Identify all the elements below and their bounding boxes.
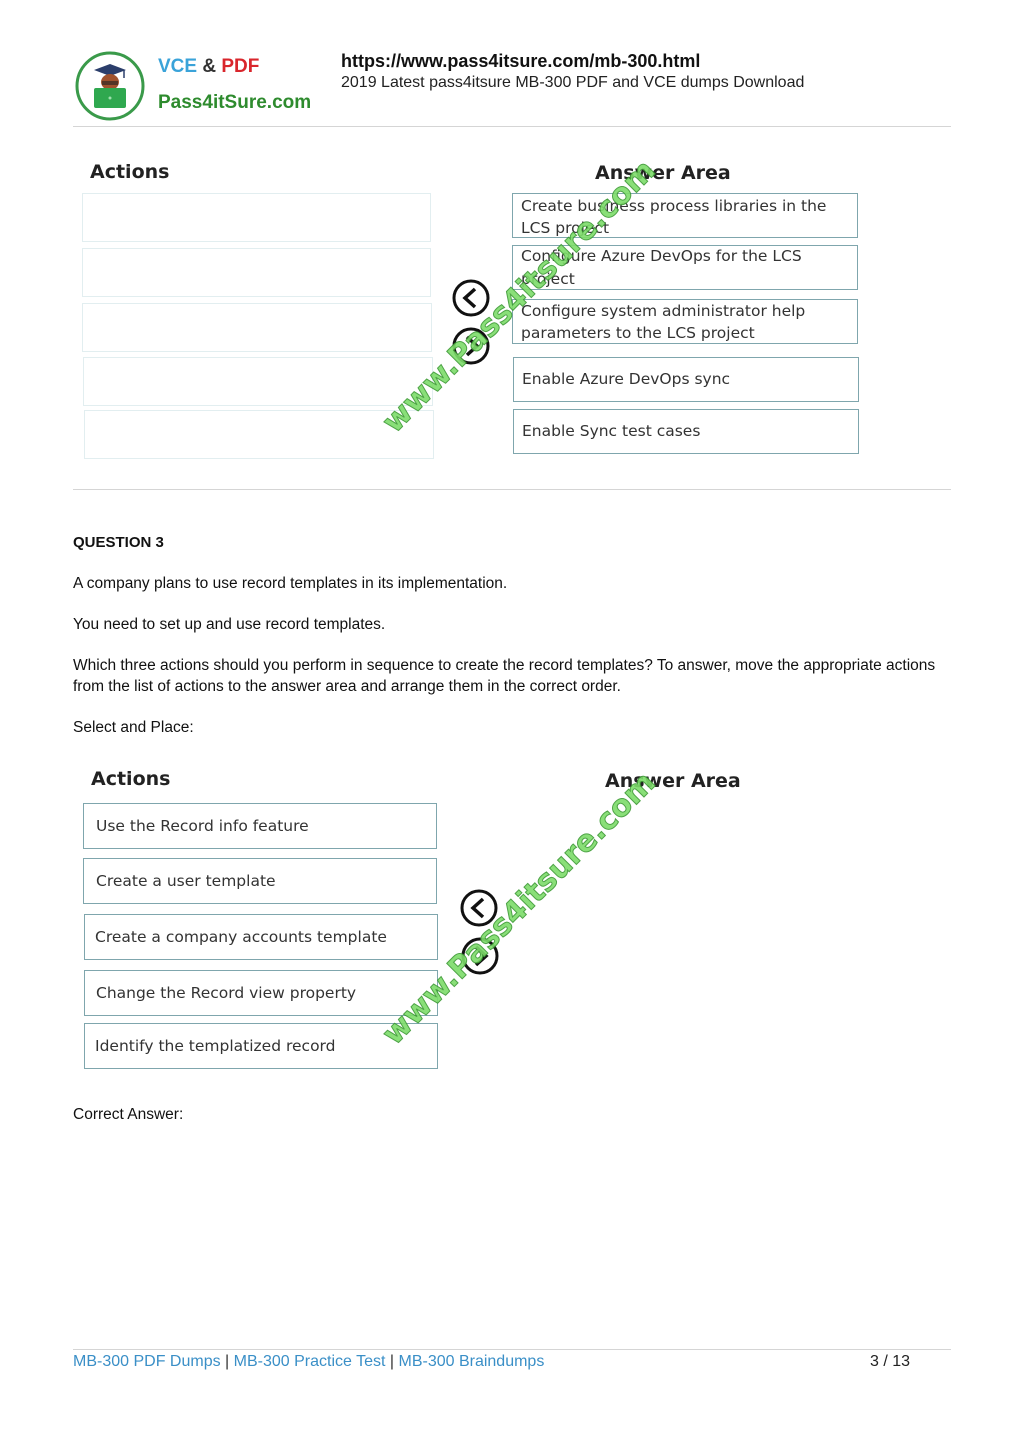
figure1-action-slot[interactable] (82, 193, 431, 242)
brand-pass4itsure: Pass4itSure.com (158, 92, 312, 113)
footer-separator: | (225, 1353, 230, 1370)
figure2-action-item[interactable]: Identify the templatized record (84, 1023, 438, 1069)
question-text-1: A company plans to use record templates … (73, 575, 508, 592)
brand-vce: VCE (158, 56, 198, 77)
figure1-action-slot[interactable] (82, 248, 431, 297)
question-title: QUESTION 3 (73, 534, 164, 551)
footer-links: MB-300 PDF Dumps | MB-300 Practice Test … (73, 1353, 544, 1371)
footer-divider (73, 1349, 951, 1350)
figure1-answer-item[interactable]: Create business process libraries in the… (512, 193, 858, 238)
header-divider (73, 126, 951, 127)
move-left-arrow-icon[interactable] (460, 889, 498, 927)
select-and-place-label: Select and Place: (73, 719, 194, 736)
figure2-action-item[interactable]: Create a user template (83, 858, 437, 904)
figure2-action-item[interactable]: Change the Record view property (84, 970, 438, 1016)
student-laptop-logo-icon (75, 51, 145, 121)
figure1-answer-item[interactable]: Enable Azure DevOps sync (513, 357, 859, 402)
move-left-arrow-icon[interactable] (452, 279, 490, 317)
figure2-action-item[interactable]: Create a company accounts template (84, 914, 438, 960)
move-right-arrow-icon[interactable] (452, 327, 490, 365)
page-number: 3 / 13 (870, 1353, 911, 1370)
figure1-answer-item[interactable]: Configure Azure DevOps for the LCS proje… (512, 245, 858, 290)
figure1-answer-item[interactable]: Configure system administrator help para… (512, 299, 858, 344)
figure2-actions-title: Actions (91, 768, 171, 790)
question-text-2: You need to set up and use record templa… (73, 616, 386, 633)
brand-vce-pdf: VCE & PDF (158, 56, 259, 78)
section-divider (73, 489, 951, 490)
move-right-arrow-icon[interactable] (461, 937, 499, 975)
figure1-answer-title: Answer Area (595, 162, 731, 184)
footer-link-pdf-dumps[interactable]: MB-300 PDF Dumps (73, 1353, 221, 1370)
figure1-action-slot[interactable] (84, 410, 434, 459)
correct-answer-label: Correct Answer: (73, 1106, 184, 1123)
figure1-actions-title: Actions (90, 161, 170, 183)
figure2-answer-title: Answer Area (605, 770, 741, 792)
footer-separator: | (389, 1353, 395, 1370)
figure1-answer-item[interactable]: Enable Sync test cases (513, 409, 859, 454)
brand-pdf: PDF (221, 56, 260, 77)
footer-link-practice-test[interactable]: MB-300 Practice Test (234, 1353, 386, 1370)
header-subtitle: 2019 Latest pass4itsure MB-300 PDF and V… (341, 74, 805, 91)
header-url[interactable]: https://www.pass4itsure.com/mb-300.html (341, 51, 700, 72)
figure2-action-item[interactable]: Use the Record info feature (83, 803, 437, 849)
brand-amp: & (202, 56, 217, 77)
footer-link-braindumps[interactable]: MB-300 Braindumps (398, 1353, 544, 1370)
figure1-action-slot[interactable] (83, 357, 433, 406)
figure1-action-slot[interactable] (82, 303, 432, 352)
question-text-3: Which three actions should you perform i… (73, 657, 936, 695)
